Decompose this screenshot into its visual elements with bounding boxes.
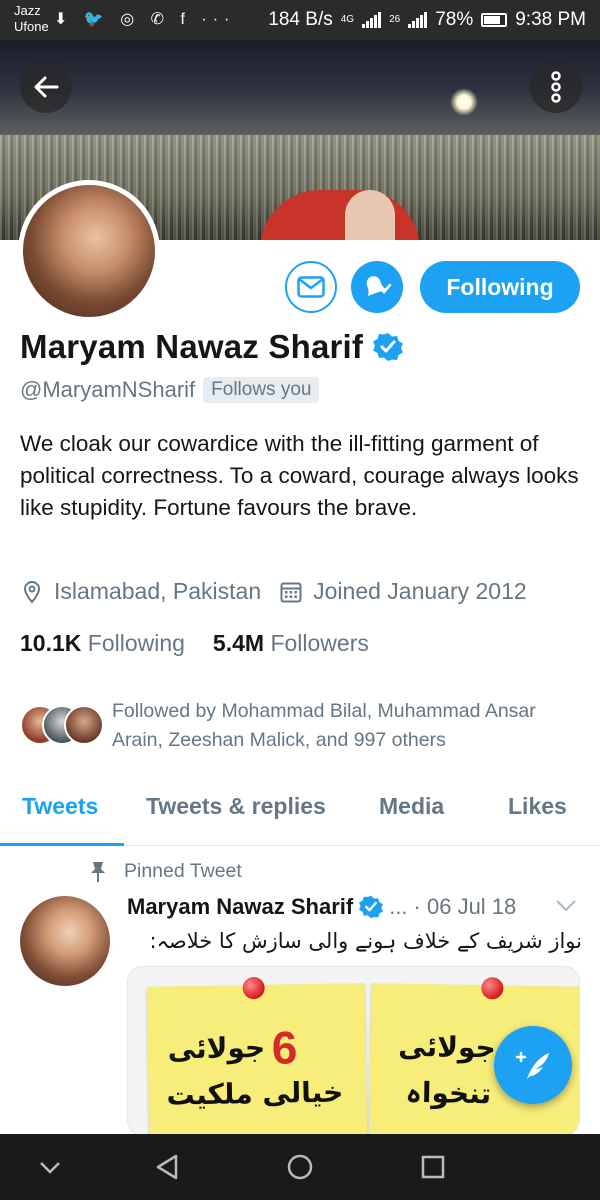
followed-by[interactable]: Followed by Mohammad Bilal, Muhammad Ans… <box>20 697 590 757</box>
clock: 9:38 PM <box>515 9 586 30</box>
handle-row: @MaryamNSharif Follows you <box>20 377 320 403</box>
signal-icon-2 <box>408 12 428 28</box>
note-1-line-2: خیالی ملکیت <box>166 1075 344 1112</box>
status-right: 184 B/s 4G 26 78% 9:38 PM <box>268 9 586 31</box>
tweet-text: نواز شریف کے خلاف ہونے والی سازش کا خلاص… <box>149 929 583 953</box>
compose-tweet-icon <box>515 1051 549 1079</box>
active-tab-indicator <box>0 843 124 846</box>
mail-icon <box>297 276 325 298</box>
follows-you-badge: Follows you <box>203 377 320 403</box>
profile-counts: 10.1K Following 5.4M Followers <box>20 630 369 657</box>
followers-label: Followers <box>270 630 369 656</box>
followed-by-text: Followed by Mohammad Bilal, Muhammad Ans… <box>112 700 536 751</box>
network-speed: 184 B/s <box>268 9 333 30</box>
profile-meta: Islamabad, Pakistan Joined January 2012 <box>20 578 527 605</box>
location-pin-icon <box>23 580 41 604</box>
nav-home-icon[interactable] <box>285 1152 315 1182</box>
tweet-author-avatar[interactable] <box>20 896 110 986</box>
signal-icon <box>362 12 382 28</box>
chevron-down-icon[interactable] <box>555 898 577 914</box>
note-1-line-1: جولائی <box>167 1030 266 1066</box>
sticky-note-1: 6 جولائی خیالی ملکیت <box>146 976 368 1135</box>
profile-avatar[interactable] <box>18 180 160 322</box>
calendar-icon <box>280 582 302 602</box>
following-button[interactable]: Following <box>420 261 580 313</box>
profile-bio: We cloak our cowardice with the ill-fitt… <box>20 431 579 520</box>
note-2-line-2: تنخواہ <box>405 1075 492 1111</box>
bell-check-icon <box>366 276 392 297</box>
nav-recents-icon[interactable] <box>418 1152 448 1182</box>
nav-collapse-icon[interactable] <box>35 1152 65 1182</box>
tab-tweets-replies[interactable]: Tweets & replies <box>146 793 326 820</box>
back-arrow-icon <box>34 76 59 98</box>
pin-icon <box>91 861 105 882</box>
banner-speaker-head <box>345 190 395 240</box>
profile-location: Islamabad, Pakistan <box>54 578 262 604</box>
more-vertical-icon <box>551 71 561 103</box>
more-options-button[interactable] <box>530 61 582 113</box>
message-button[interactable] <box>285 261 337 313</box>
battery-percent: 78% <box>435 9 474 30</box>
following-label: Following <box>87 630 185 656</box>
push-pin-icon <box>242 976 265 1000</box>
nav-back-icon[interactable] <box>152 1152 182 1182</box>
verified-badge-icon <box>373 333 404 361</box>
compose-tweet-button[interactable] <box>494 1026 572 1104</box>
profile-name-row: Maryam Nawaz Sharif <box>20 328 404 366</box>
followers-count-link[interactable]: 5.4M Followers <box>213 630 369 657</box>
tweet-author-name[interactable]: Maryam Nawaz Sharif <box>127 894 353 920</box>
tab-likes[interactable]: Likes <box>508 793 567 820</box>
tab-media[interactable]: Media <box>379 793 444 820</box>
notification-icons: ⬇ 🐦 ◎ ✆ f ··· <box>54 11 236 28</box>
notifications-button[interactable] <box>351 261 403 313</box>
profile-handle: @MaryamNSharif <box>20 377 196 402</box>
profile-joined: Joined January 2012 <box>313 578 527 604</box>
pinned-tweet-label-row: Pinned Tweet <box>90 860 242 883</box>
carrier-name-1: Jazz <box>14 3 41 18</box>
android-nav-bar <box>0 1134 600 1200</box>
tab-tweets[interactable]: Tweets <box>22 793 98 820</box>
carrier-name-2: Ufone <box>14 19 49 34</box>
following-count: 10.1K <box>20 630 82 656</box>
network-type-2: 26 <box>389 14 401 25</box>
profile-name: Maryam Nawaz Sharif <box>20 328 364 365</box>
tweet-author-handle: ... <box>389 894 408 919</box>
tweet-header: Maryam Nawaz Sharif ... · 06 Jul 18 <box>127 894 587 920</box>
battery-icon <box>481 13 508 27</box>
status-bar: Jazz Ufone ⬇ 🐦 ◎ ✆ f ··· 184 B/s 4G 26 7… <box>0 0 600 40</box>
back-button[interactable] <box>20 61 72 113</box>
verified-badge-icon <box>359 895 384 919</box>
push-pin-icon <box>481 977 504 1000</box>
banner-stadium-light <box>450 88 478 116</box>
pinned-tweet-label: Pinned Tweet <box>124 860 242 882</box>
carrier-names: Jazz Ufone <box>14 3 49 35</box>
note-1-number: 6 <box>271 1021 298 1074</box>
network-type-1: 4G <box>340 14 355 25</box>
following-count-link[interactable]: 10.1K Following <box>20 630 185 657</box>
followers-count: 5.4M <box>212 630 265 656</box>
follower-avatar-3 <box>64 705 104 745</box>
profile-tabs: Tweets Tweets & replies Media Likes <box>0 780 600 846</box>
tweet-date: · 06 Jul 18 <box>413 894 517 919</box>
note-2-line-1: جولائی <box>398 1029 497 1065</box>
